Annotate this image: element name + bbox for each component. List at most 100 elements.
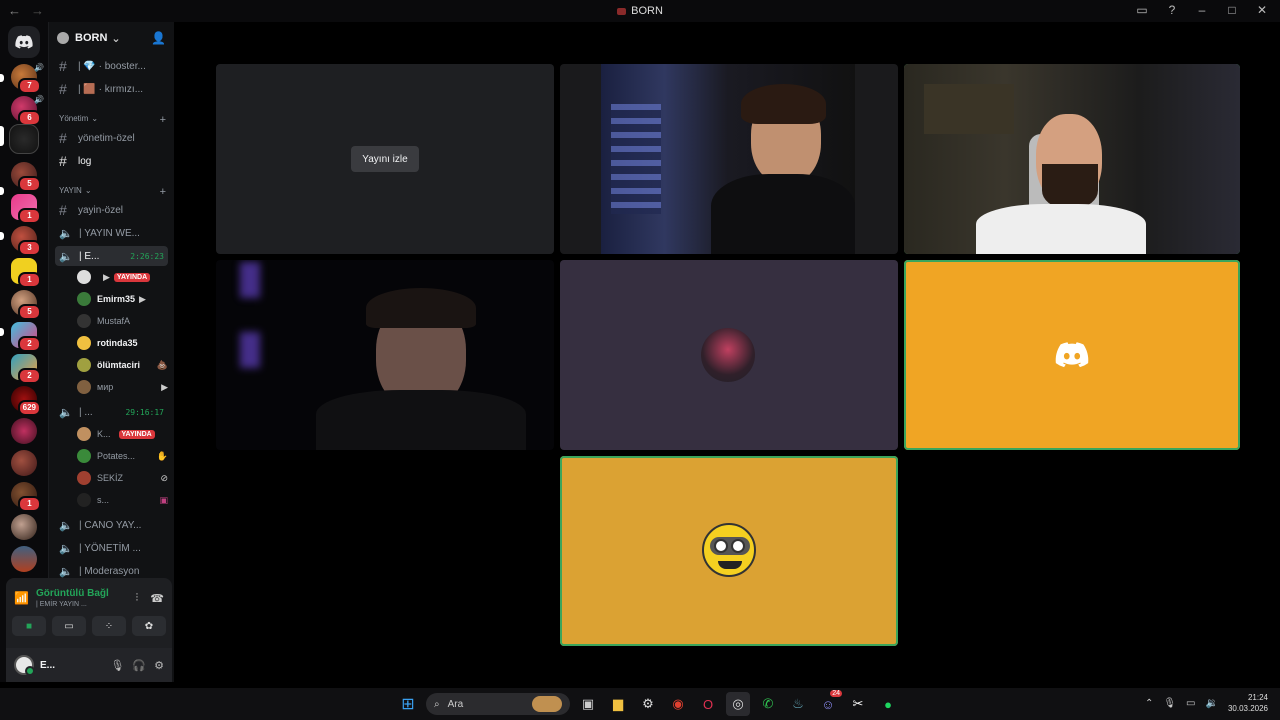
- video-tile-avatar-1[interactable]: [560, 260, 898, 450]
- channel-log[interactable]: # log: [55, 151, 168, 171]
- headphones-icon[interactable]: 🎧: [132, 659, 146, 672]
- file-explorer-icon[interactable]: ▆: [606, 692, 630, 716]
- taskbar-search[interactable]: ⌕ Ara: [426, 693, 570, 715]
- screen-share-button[interactable]: ▭: [52, 616, 86, 636]
- capcut-icon[interactable]: ✂: [846, 692, 870, 716]
- voice-channel-cano[interactable]: 🔈 | CANO YAY...: [55, 515, 168, 535]
- microphone-icon[interactable]: 🎙: [110, 659, 124, 672]
- maximize-button[interactable]: □: [1224, 3, 1240, 17]
- server-icon-14[interactable]: [11, 514, 37, 540]
- webcam-feed: [601, 64, 855, 254]
- user-panel: E... 🎙 🎧 ⚙: [6, 648, 172, 682]
- steam-icon[interactable]: ♨: [786, 692, 810, 716]
- opera-icon[interactable]: O: [696, 692, 720, 716]
- channel-booster[interactable]: # | 💎 · booster...: [55, 56, 168, 76]
- speaker-icon: 🔈: [59, 542, 73, 555]
- add-channel-icon[interactable]: +: [160, 186, 166, 198]
- search-icon: ⌕: [434, 698, 440, 710]
- category-yayin[interactable]: YAYIN ⌄ +: [59, 186, 166, 198]
- discord-default-avatar-icon: [1055, 342, 1089, 368]
- server-icon-10[interactable]: 629: [11, 386, 41, 416]
- discord-logo-icon: [15, 35, 33, 49]
- voice-user[interactable]: мир ▶: [77, 378, 168, 396]
- server-icon-1[interactable]: 🔊 7: [11, 63, 44, 94]
- chevron-up-icon[interactable]: ⌃: [1145, 698, 1153, 709]
- add-person-icon[interactable]: 👤: [151, 31, 166, 45]
- discord-taskbar-icon[interactable]: ☺ 24: [816, 690, 842, 716]
- avatar: [77, 493, 91, 507]
- windows-start-icon[interactable]: ⊞: [396, 692, 420, 716]
- server-icon-7[interactable]: 5: [11, 290, 41, 320]
- server-icon-2[interactable]: 🔊 6: [11, 95, 44, 126]
- activities-button[interactable]: ⁘: [92, 616, 126, 636]
- voice-user[interactable]: SEKİZ ⊘: [77, 469, 168, 487]
- muted-icon: ⊘: [160, 472, 168, 483]
- signal-icon[interactable]: 📶: [14, 591, 36, 605]
- camera-button[interactable]: ■: [12, 616, 46, 636]
- server-header[interactable]: BORN ⌄ 👤: [49, 22, 174, 54]
- server-icon-12[interactable]: [11, 450, 37, 476]
- voice-channel-yonetim[interactable]: 🔈 | YÖNETİM ...: [55, 538, 168, 558]
- person-hair: [366, 288, 476, 328]
- close-button[interactable]: ✕: [1254, 3, 1270, 17]
- noise-suppression-icon[interactable]: ⫶: [136, 592, 139, 605]
- server-icon-4[interactable]: 1: [11, 194, 41, 224]
- voice-user[interactable]: s... ▣: [77, 491, 168, 509]
- hash-icon: #: [59, 153, 67, 169]
- voice-channel-yayin-we[interactable]: 🔈 | YAYIN WE...: [55, 223, 168, 243]
- whatsapp-icon[interactable]: ✆: [756, 692, 780, 716]
- volume-icon[interactable]: 🔉: [1206, 698, 1218, 709]
- disconnect-icon[interactable]: ☎: [150, 592, 164, 605]
- avatar: [77, 471, 91, 485]
- server-icon-6[interactable]: 1: [11, 258, 41, 288]
- video-tile-webcam-3[interactable]: [216, 260, 554, 450]
- server-icon-5[interactable]: 3: [11, 226, 41, 256]
- steelseries-icon[interactable]: ⚙: [636, 692, 660, 716]
- voice-user[interactable]: K... YAYINDA: [77, 425, 168, 443]
- soundboard-button[interactable]: ✿: [132, 616, 166, 636]
- video-tile-avatar-3[interactable]: [560, 456, 898, 646]
- clock[interactable]: 21:24 30.03.2026: [1228, 692, 1268, 714]
- video-tile-avatar-2[interactable]: [904, 260, 1240, 450]
- category-yonetim[interactable]: Yönetim ⌄ +: [59, 114, 166, 126]
- chrome-icon[interactable]: ◉: [666, 692, 690, 716]
- obs-icon[interactable]: ◎: [726, 692, 750, 716]
- voice-user[interactable]: Potates... ✋: [77, 447, 168, 465]
- spotify-icon[interactable]: ●: [876, 692, 900, 716]
- settings-gear-icon[interactable]: ⚙: [154, 659, 164, 672]
- discord-home-button[interactable]: [8, 26, 40, 58]
- voice-user[interactable]: ▶ YAYINDA: [77, 268, 168, 286]
- display-icon[interactable]: ▭: [1186, 698, 1195, 709]
- server-icon-8[interactable]: 2: [11, 322, 41, 352]
- server-icon-11[interactable]: [11, 418, 37, 444]
- mouth-shape: [718, 561, 742, 569]
- microphone-icon[interactable]: 🎙: [1163, 698, 1176, 709]
- stream-tile[interactable]: Yayını izle: [216, 64, 554, 254]
- help-icon[interactable]: ?: [1164, 3, 1180, 17]
- server-icon-born[interactable]: [9, 124, 39, 154]
- inbox-icon[interactable]: ▭: [1134, 3, 1150, 17]
- server-icon-15[interactable]: [11, 546, 37, 572]
- voice-user[interactable]: rotinda35: [77, 334, 168, 352]
- user-avatar: [701, 328, 755, 382]
- minimize-button[interactable]: –: [1194, 3, 1210, 17]
- channel-yayin-ozel[interactable]: # yayin-özel: [55, 200, 168, 220]
- voice-channel-current[interactable]: 🔈 | E... 2:26:23: [55, 246, 168, 266]
- add-channel-icon[interactable]: +: [160, 114, 166, 126]
- server-icon-3[interactable]: 5: [11, 162, 41, 192]
- video-tile-webcam-2[interactable]: [904, 64, 1240, 254]
- minion-avatar: [702, 523, 756, 577]
- server-icon-13[interactable]: 1: [11, 482, 41, 512]
- channel-yonetim-ozel[interactable]: # yönetim-özel: [55, 128, 168, 148]
- watch-stream-button[interactable]: Yayını izle: [351, 146, 419, 172]
- voice-channel-second[interactable]: 🔈 | ... 29:16:17: [55, 402, 168, 422]
- voice-user[interactable]: Emirm35 ▶: [77, 290, 168, 308]
- task-view-icon[interactable]: ▣: [576, 692, 600, 716]
- voice-user[interactable]: ölümtaciri 💩: [77, 356, 168, 374]
- voice-user[interactable]: MustafA: [77, 312, 168, 330]
- avatar[interactable]: [14, 655, 35, 676]
- unread-pill: [0, 328, 4, 336]
- server-icon-9[interactable]: 2: [11, 354, 41, 384]
- channel-kirmizi[interactable]: # | 🟫 · kırmızı...: [55, 79, 168, 99]
- video-tile-webcam-1[interactable]: [560, 64, 898, 254]
